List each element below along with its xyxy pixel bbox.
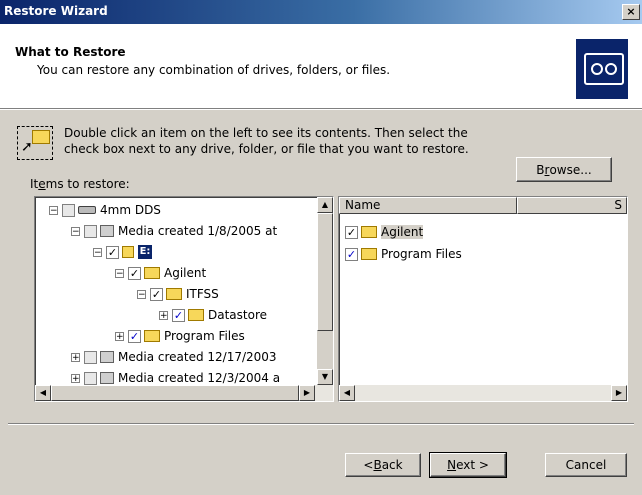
tree-node-label: ITFSS <box>186 287 219 301</box>
tree-node[interactable]: − ✓ E: <box>93 243 156 261</box>
expand-icon[interactable]: + <box>71 352 80 362</box>
pointer-folder-icon: ➚ <box>17 126 53 160</box>
collapse-icon[interactable]: − <box>49 205 58 215</box>
back-button[interactable]: < Back <box>345 453 421 477</box>
tree-vertical-scrollbar[interactable]: ▲ ▼ <box>317 197 333 385</box>
checkbox[interactable]: ✓ <box>128 266 141 280</box>
column-header-name[interactable]: Name <box>339 197 517 214</box>
wizard-header: What to Restore You can restore any comb… <box>0 24 642 109</box>
folder-icon <box>361 248 377 260</box>
close-button[interactable]: × <box>622 4 640 20</box>
h-scroll-thumb[interactable] <box>51 385 299 401</box>
tree-node[interactable]: − Media created 1/8/2005 at <box>71 222 277 240</box>
tree-node-label: Media created 12/3/2004 a <box>118 371 281 385</box>
checkbox[interactable] <box>84 371 97 385</box>
checkbox[interactable]: ✓ <box>106 245 119 259</box>
page-subtitle: You can restore any combination of drive… <box>37 63 391 77</box>
next-button[interactable]: Next > <box>429 452 507 478</box>
browse-button[interactable]: Br owse... <box>516 157 612 182</box>
checkbox[interactable] <box>62 203 75 217</box>
scroll-left-button[interactable]: ◀ <box>35 385 51 401</box>
expand-icon[interactable]: + <box>71 373 80 383</box>
column-header-size[interactable]: S <box>517 197 627 214</box>
checkbox[interactable]: ✓ <box>345 247 358 261</box>
drive-icon <box>78 206 96 214</box>
collapse-icon[interactable]: − <box>71 226 80 236</box>
list-horizontal-scrollbar[interactable]: ◀ ▶ <box>339 385 627 401</box>
tree-node-label: Media created 12/17/2003 <box>118 350 277 364</box>
folder-icon <box>188 309 204 321</box>
tree-node-label: Datastore <box>208 308 268 322</box>
folder-icon <box>144 267 160 279</box>
list-item-label: Agilent <box>381 225 424 239</box>
restore-tree[interactable]: −4mm DDS − Media created 1/8/2005 at − ✓ E: − ✓… <box>34 196 334 402</box>
tree-node[interactable]: − ✓ ITFSS <box>137 285 219 303</box>
media-icon <box>100 372 114 384</box>
drive-e-icon: E: <box>138 245 152 259</box>
scroll-down-button[interactable]: ▼ <box>317 369 333 385</box>
list-item[interactable]: ✓ Agilent <box>345 223 424 241</box>
collapse-icon[interactable]: − <box>93 247 102 257</box>
checkbox[interactable]: ✓ <box>128 329 141 343</box>
cancel-button[interactable]: Cancel <box>545 453 627 477</box>
scroll-up-button[interactable]: ▲ <box>317 197 333 213</box>
scroll-right-button[interactable]: ▶ <box>299 385 315 401</box>
folder-icon <box>144 330 160 342</box>
folder-icon <box>166 288 182 300</box>
folder-icon <box>122 246 134 258</box>
checkbox[interactable] <box>84 224 97 238</box>
page-title: What to Restore <box>15 45 126 59</box>
expand-icon[interactable]: + <box>115 331 124 341</box>
tree-node-label: Media created 1/8/2005 at <box>118 224 278 238</box>
window-title: Restore Wizard <box>4 4 108 18</box>
header-divider <box>0 109 642 110</box>
tree-node[interactable]: + Media created 12/17/2003 <box>71 348 277 366</box>
collapse-icon[interactable]: − <box>137 289 146 299</box>
footer-divider <box>8 423 634 425</box>
tree-node-label: 4mm DDS <box>100 203 161 217</box>
checkbox[interactable]: ✓ <box>150 287 163 301</box>
scroll-right-button[interactable]: ▶ <box>611 385 627 401</box>
contents-list[interactable]: Name S ✓ Agilent ✓ Program Files ◀ ▶ <box>338 196 628 402</box>
tree-node-label: Program Files <box>164 329 245 343</box>
items-to-restore-label: Items to restore: <box>30 177 130 191</box>
media-icon <box>100 351 114 363</box>
media-icon <box>100 225 114 237</box>
title-bar: Restore Wizard × <box>0 0 642 24</box>
tree-node-label: Agilent <box>164 266 207 280</box>
expand-icon[interactable]: + <box>159 310 168 320</box>
tree-horizontal-scrollbar[interactable]: ◀ ▶ <box>35 385 333 401</box>
scroll-left-button[interactable]: ◀ <box>339 385 355 401</box>
backup-tape-icon <box>576 39 628 99</box>
folder-icon <box>361 226 377 238</box>
tree-node[interactable]: + ✓ Program Files <box>115 327 245 345</box>
checkbox[interactable]: ✓ <box>345 225 358 239</box>
scroll-thumb[interactable] <box>317 213 333 331</box>
checkbox[interactable]: ✓ <box>172 308 185 322</box>
tree-node[interactable]: − 4mm DDS <box>49 201 161 219</box>
tree-node[interactable]: − ✓ Agilent <box>115 264 206 282</box>
instructions-text: Double click an item on the left to see … <box>64 126 469 156</box>
collapse-icon[interactable]: − <box>115 268 124 278</box>
list-item[interactable]: ✓ Program Files <box>345 245 462 263</box>
checkbox[interactable] <box>84 350 97 364</box>
list-item-label: Program Files <box>381 247 462 261</box>
tree-node[interactable]: + ✓ Datastore <box>159 306 267 324</box>
